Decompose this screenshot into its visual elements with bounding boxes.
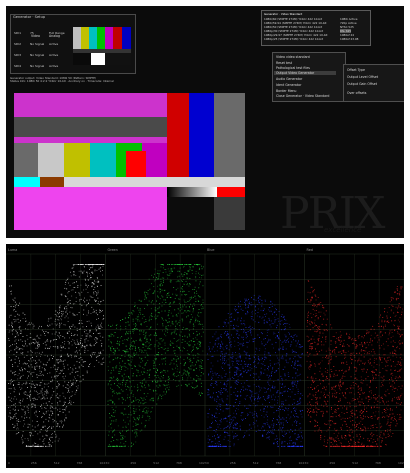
tick-label: 0 (8, 461, 10, 465)
context-menu: Video video standard Reset test Patholog… (272, 52, 346, 102)
tick-label: 768 (375, 461, 381, 465)
row-analog: Active (49, 42, 59, 46)
waveform-scope: Luma 0 256 512 768 1023 Green 0 256 512 768 1023 Blu… (5, 244, 406, 468)
channel-label: Red (307, 248, 313, 252)
tick-label: 512 (153, 461, 159, 465)
tick-label: 0 (108, 461, 110, 465)
menu-item[interactable]: Border Menu (276, 89, 296, 93)
waveform-channel-red: Red 0 256 512 768 1023 (304, 248, 406, 465)
menu-item[interactable]: Pathological test files (276, 66, 310, 70)
menu-item[interactable]: Video video standard (276, 55, 310, 59)
menu-item[interactable]: Reset test (276, 61, 292, 65)
watermark-tagline: excellence (324, 226, 362, 234)
row-analog: Active (49, 53, 59, 57)
tick-label: 256 (230, 461, 236, 465)
color-bars-pattern (14, 93, 245, 230)
menu-item[interactable]: Audio Generator (276, 77, 302, 81)
generator-row[interactable]: SDI1 75 Full Range (14, 31, 74, 37)
popup-right-item[interactable]: 1080sf 23.98 (340, 37, 358, 41)
menu-item-highlighted[interactable]: Output Video Generator (274, 71, 336, 75)
submenu: Offset Type Output Level Offset Output G… (343, 64, 404, 102)
tick-label: 768 (276, 461, 282, 465)
tick-label: 0 (307, 461, 309, 465)
submenu-item[interactable]: Offset Type (347, 68, 365, 72)
channel-label: Green (108, 248, 118, 252)
tick-label: 512 (54, 461, 60, 465)
menu-item[interactable]: Close Generator · Video Standard (276, 94, 329, 98)
channel-label: Blue (207, 248, 215, 252)
submenu-item[interactable]: Output Level Offset (347, 75, 378, 79)
tick-label: 256 (31, 461, 37, 465)
row-analog: Full Range (49, 31, 65, 35)
channel-label: Luma (8, 248, 17, 252)
tick-label: 256 (329, 461, 335, 465)
tick-label: 768 (176, 461, 182, 465)
tick-label: 0 (207, 461, 209, 465)
waveform-channel-luma: Luma 0 256 512 768 1023 (5, 248, 108, 465)
pattern-thumbnail[interactable] (73, 27, 131, 65)
submenu-item[interactable]: Output Gain Offset (347, 82, 377, 86)
menu-item[interactable]: Ident Generator (276, 83, 301, 87)
tick-label: 512 (352, 461, 358, 465)
video-standard-popup: Generator · Video Standard 1080i/60 (SMP… (261, 10, 371, 46)
generator-row[interactable]: SDI4 No Signal Active (14, 64, 74, 70)
row-input: SDI1 (14, 31, 22, 35)
tick-label: 1023 (398, 461, 404, 465)
waveform-channel-blue: Blue 0 256 512 768 1023 (204, 248, 307, 465)
tick-label: 768 (77, 461, 83, 465)
tick-label: 256 (130, 461, 136, 465)
row-analog: Active (49, 64, 59, 68)
waveform-channel-green: Green 0 256 512 768 1023 (105, 248, 207, 465)
status-note: Generator output: Video Standard: 1080i … (10, 76, 134, 86)
generator-panel-title: Generator · Setup (13, 15, 46, 19)
tick-label: 1023 (199, 461, 207, 465)
test-pattern-preview (14, 93, 245, 230)
row-input: SDI3 (14, 53, 22, 57)
tick-label: 512 (253, 461, 259, 465)
row-video: 75 (30, 31, 34, 35)
generator-setup-panel: Generator · Setup Video Analog SDI1 75 F… (10, 14, 136, 74)
popup-title: Generator · Video Standard (264, 12, 303, 16)
note-line: Status Info: 1080i 50 4:2:2 YCbCr 10-bit… (10, 79, 114, 84)
row-video: No Signal (30, 53, 45, 57)
row-input: SDI4 (14, 64, 22, 68)
tick-label: 1023 (100, 461, 108, 465)
popup-item[interactable]: 1080p/25 (SMPTE 274M) YCbCr 422 10-bit (264, 37, 323, 41)
row-video: No Signal (30, 64, 45, 68)
generator-window: Generator · Setup Video Analog SDI1 75 F… (6, 6, 404, 238)
generator-row[interactable]: SDI2 No Signal Active (14, 42, 74, 48)
row-input: SDI2 (14, 42, 22, 46)
row-video: No Signal (30, 42, 45, 46)
submenu-item[interactable]: Over offsets (347, 91, 366, 95)
waveform-display: Luma0 256 512 768 1023Green0 256 512 768 1023Blu… (5, 248, 406, 465)
thumbnail-bars (73, 27, 131, 65)
tick-label: 1023 (299, 461, 307, 465)
generator-row[interactable]: SDI3 No Signal Active (14, 53, 74, 59)
